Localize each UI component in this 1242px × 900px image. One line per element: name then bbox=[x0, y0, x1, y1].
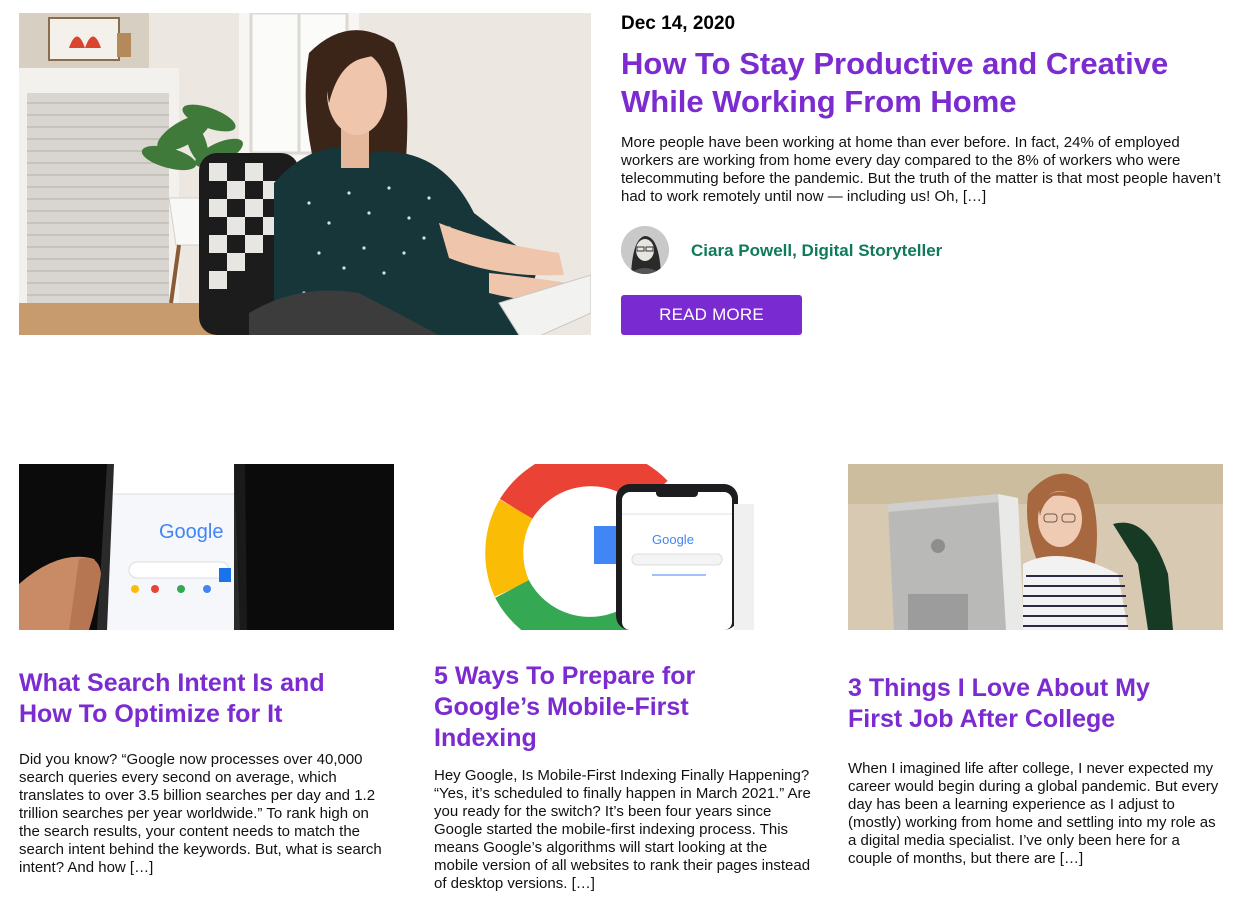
google-logo-text-phone: Google bbox=[652, 532, 694, 547]
featured-post-excerpt: More people have been working at home th… bbox=[621, 134, 1221, 205]
author-name[interactable]: Ciara Powell, Digital Storyteller bbox=[691, 241, 942, 261]
google-logo-text: Google bbox=[159, 521, 224, 543]
post-image-mobile-first[interactable]: Google bbox=[434, 464, 809, 630]
author-avatar bbox=[621, 226, 669, 274]
featured-post-image[interactable] bbox=[19, 13, 591, 335]
post-image-search-intent[interactable]: Google bbox=[19, 464, 394, 630]
post-excerpt-first-job: When I imagined life after college, I ne… bbox=[848, 760, 1219, 867]
post-excerpt-search-intent: Did you know? “Google now processes over… bbox=[19, 751, 382, 876]
post-excerpt-mobile-first: Hey Google, Is Mobile-First Indexing Fin… bbox=[434, 767, 811, 892]
read-more-button[interactable]: READ MORE bbox=[621, 295, 802, 335]
post-title-mobile-first[interactable]: 5 Ways To Prepare for Google’s Mobile-Fi… bbox=[434, 661, 734, 754]
post-title-first-job[interactable]: 3 Things I Love About My First Job After… bbox=[848, 673, 1208, 735]
featured-post-date: Dec 14, 2020 bbox=[621, 13, 736, 34]
featured-post-title[interactable]: How To Stay Productive and Creative Whil… bbox=[621, 45, 1221, 121]
post-image-first-job[interactable] bbox=[848, 464, 1223, 630]
post-title-search-intent[interactable]: What Search Intent Is and How To Optimiz… bbox=[19, 668, 379, 730]
